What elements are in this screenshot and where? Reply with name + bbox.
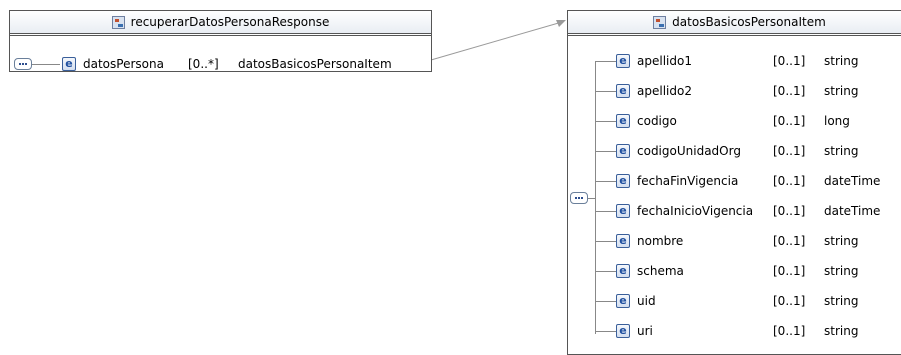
element-type[interactable]: dateTime <box>824 204 880 218</box>
element-name[interactable]: apellido2 <box>637 84 692 98</box>
element-type[interactable]: string <box>824 54 858 68</box>
branch-connector-line <box>595 271 616 272</box>
sequence-branch-line <box>595 61 596 334</box>
element-name[interactable]: fechaFinVigencia <box>637 174 738 188</box>
branch-connector-line <box>595 301 616 302</box>
complex-type-icon <box>111 15 125 29</box>
item-type-box[interactable]: datosBasicosPersonaItem e apellido1 [0..1]… <box>567 10 901 355</box>
element-type[interactable]: dateTime <box>824 174 880 188</box>
element-name[interactable]: nombre <box>637 234 683 248</box>
element-name[interactable]: codigo <box>637 114 677 128</box>
element-name[interactable]: uri <box>637 324 653 338</box>
element-name[interactable]: datosPersona <box>83 57 164 71</box>
element-row[interactable]: e uid [0..1] string <box>568 293 901 309</box>
element-multiplicity: [0..1] <box>773 204 806 218</box>
element-name[interactable]: codigoUnidadOrg <box>637 144 741 158</box>
element-icon: e <box>616 204 630 218</box>
element-name[interactable]: uid <box>637 294 656 308</box>
element-multiplicity: [0..1] <box>773 174 806 188</box>
element-row[interactable]: e codigoUnidadOrg [0..1] string <box>568 143 901 159</box>
element-icon: e <box>616 324 630 338</box>
element-icon: e <box>616 264 630 278</box>
sequence-link-line <box>32 64 60 65</box>
element-icon: e <box>616 84 630 98</box>
element-type[interactable]: datosBasicosPersonaItem <box>238 57 392 71</box>
branch-connector-line <box>595 151 616 152</box>
item-type-title: datosBasicosPersonaItem <box>672 15 826 29</box>
element-multiplicity: [0..*] <box>188 57 219 71</box>
element-type[interactable]: long <box>824 114 850 128</box>
branch-connector-line <box>595 241 616 242</box>
sequence-link-line <box>588 198 595 199</box>
element-name[interactable]: apellido1 <box>637 54 692 68</box>
element-type[interactable]: string <box>824 294 858 308</box>
element-multiplicity: [0..1] <box>773 84 806 98</box>
element-row[interactable]: e fechaFinVigencia [0..1] dateTime <box>568 173 901 189</box>
element-type[interactable]: string <box>824 234 858 248</box>
branch-connector-line <box>595 61 616 62</box>
response-type-header: recuperarDatosPersonaResponse <box>10 11 431 36</box>
element-icon: e <box>616 114 630 128</box>
element-icon: e <box>616 294 630 308</box>
element-type[interactable]: string <box>824 84 858 98</box>
response-type-title: recuperarDatosPersonaResponse <box>130 15 330 29</box>
element-multiplicity: [0..1] <box>773 324 806 338</box>
response-type-box[interactable]: recuperarDatosPersonaResponse e datosPer… <box>9 10 432 72</box>
element-name[interactable]: fechaInicioVigencia <box>637 204 753 218</box>
element-icon: e <box>616 234 630 248</box>
element-icon: e <box>62 57 76 71</box>
element-multiplicity: [0..1] <box>773 294 806 308</box>
sequence-icon[interactable] <box>570 192 588 204</box>
item-type-header: datosBasicosPersonaItem <box>568 11 901 36</box>
branch-connector-line <box>595 121 616 122</box>
element-multiplicity: [0..1] <box>773 264 806 278</box>
branch-connector-line <box>595 91 616 92</box>
element-row[interactable]: e fechaInicioVigencia [0..1] dateTime <box>568 203 901 219</box>
branch-connector-line <box>595 331 616 332</box>
element-icon: e <box>616 54 630 68</box>
element-row[interactable]: e nombre [0..1] string <box>568 233 901 249</box>
complex-type-icon <box>653 15 667 29</box>
element-row[interactable]: e apellido1 [0..1] string <box>568 53 901 69</box>
element-multiplicity: [0..1] <box>773 144 806 158</box>
element-name[interactable]: schema <box>637 264 684 278</box>
element-row[interactable]: e schema [0..1] string <box>568 263 901 279</box>
element-row[interactable]: e apellido2 [0..1] string <box>568 83 901 99</box>
element-multiplicity: [0..1] <box>773 54 806 68</box>
sequence-icon[interactable] <box>14 58 32 70</box>
element-type[interactable]: string <box>824 264 858 278</box>
element-multiplicity: [0..1] <box>773 234 806 248</box>
element-type[interactable]: string <box>824 324 858 338</box>
connector-arrowhead <box>556 20 566 27</box>
element-row[interactable]: e codigo [0..1] long <box>568 113 901 129</box>
element-icon: e <box>616 174 630 188</box>
element-icon: e <box>616 144 630 158</box>
element-row[interactable]: e uri [0..1] string <box>568 323 901 339</box>
branch-connector-line <box>595 211 616 212</box>
branch-connector-line <box>595 181 616 182</box>
element-multiplicity: [0..1] <box>773 114 806 128</box>
element-type[interactable]: string <box>824 144 858 158</box>
